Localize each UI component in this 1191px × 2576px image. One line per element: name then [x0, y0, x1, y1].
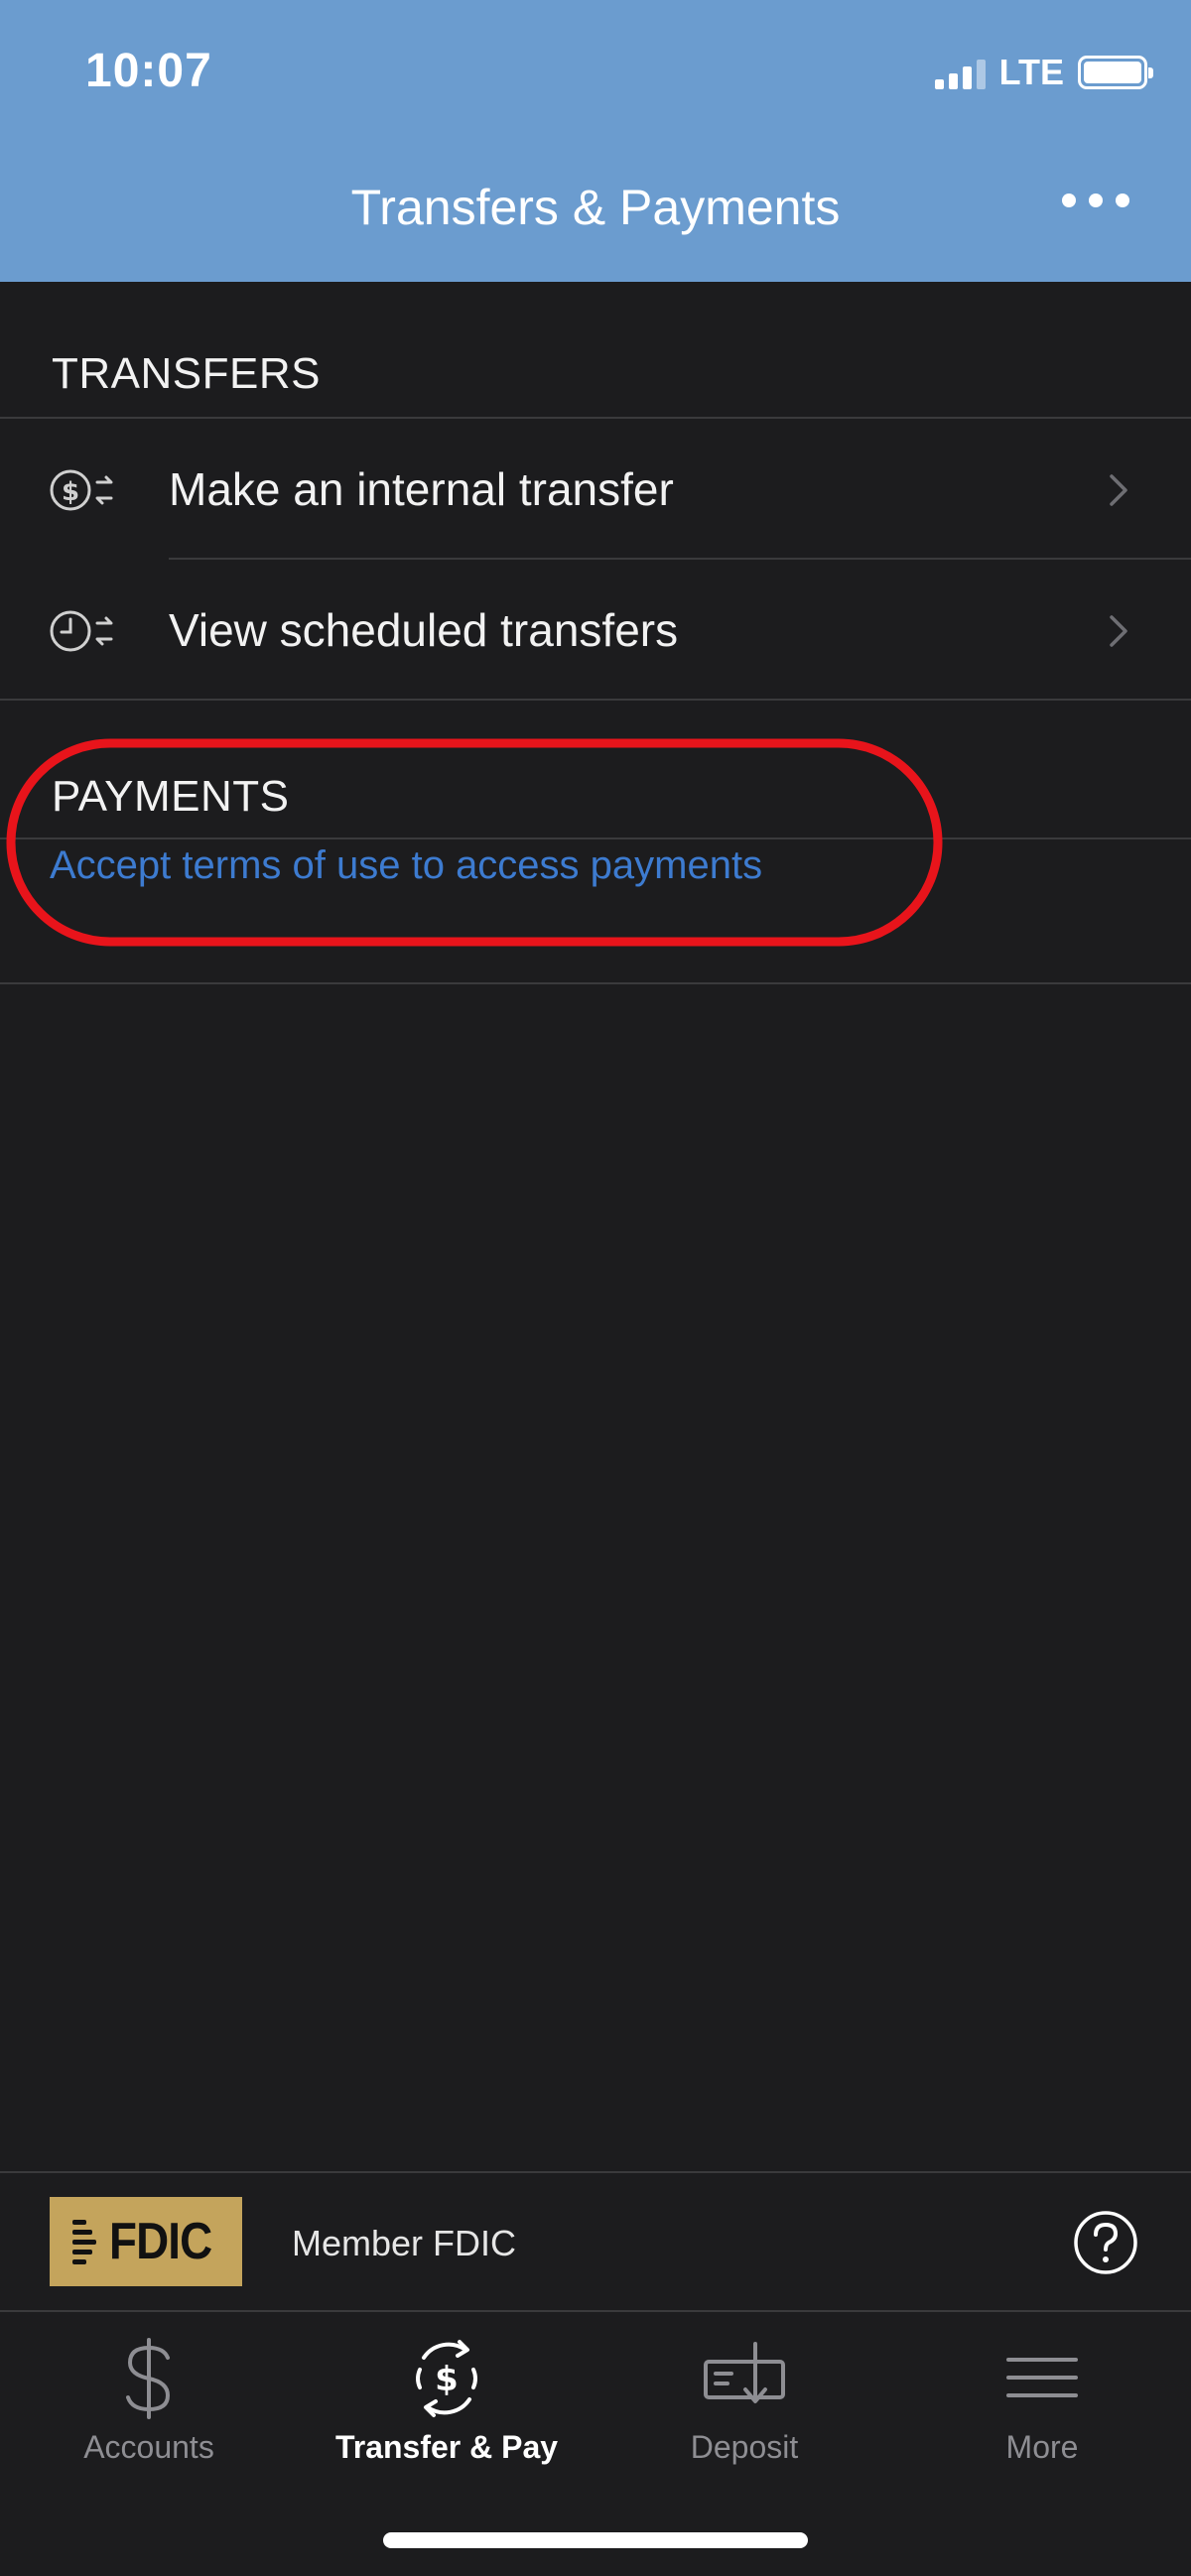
- tab-accounts[interactable]: Accounts: [0, 2322, 298, 2471]
- highlight-annotation: [6, 738, 943, 947]
- app-header: 10:07 LTE Transfers & Payments: [0, 0, 1191, 282]
- home-indicator: [383, 2532, 808, 2548]
- signal-strength-icon: [934, 56, 986, 89]
- divider: [0, 982, 1191, 984]
- fdic-logo-text: FDIC: [109, 2213, 212, 2270]
- tab-more[interactable]: More: [893, 2322, 1191, 2471]
- check-deposit-icon: [704, 2342, 785, 2403]
- tab-transfer-pay[interactable]: $ Transfer & Pay: [298, 2322, 596, 2471]
- tab-transfer-pay-label: Transfer & Pay: [334, 2429, 559, 2465]
- make-internal-transfer-row[interactable]: $ Make an internal transfer: [0, 421, 1191, 560]
- svg-text:$: $: [62, 477, 79, 507]
- view-scheduled-transfers-label: View scheduled transfers: [169, 604, 679, 656]
- transfers-section-title: TRANSFERS: [52, 349, 321, 398]
- network-type: LTE: [998, 52, 1064, 92]
- tab-deposit-label: Deposit: [690, 2429, 799, 2465]
- transfer-pay-icon: $: [416, 2340, 477, 2417]
- page-title: Transfers & Payments: [350, 180, 841, 235]
- make-internal-transfer-label: Make an internal transfer: [169, 463, 674, 515]
- tab-deposit[interactable]: Deposit: [596, 2322, 893, 2471]
- divider: [169, 558, 1191, 560]
- tab-more-label: More: [1005, 2429, 1079, 2465]
- chevron-right-icon: [1110, 474, 1127, 506]
- ellipsis-icon[interactable]: [1062, 193, 1129, 207]
- status-indicators: LTE: [934, 52, 1153, 93]
- clock-transfer-icon: [50, 610, 113, 652]
- battery-icon: [1078, 56, 1153, 89]
- hamburger-menu-icon: [1006, 2358, 1078, 2397]
- divider: [0, 417, 1191, 419]
- question-circle-icon[interactable]: [1072, 2209, 1139, 2276]
- fdic-logo: FDIC: [50, 2197, 242, 2286]
- chevron-right-icon: [1110, 615, 1127, 647]
- tab-accounts-label: Accounts: [83, 2429, 214, 2465]
- dollar-transfer-icon: $: [50, 469, 113, 511]
- view-scheduled-transfers-row[interactable]: View scheduled transfers: [0, 562, 1191, 701]
- svg-text:$: $: [435, 2360, 459, 2399]
- member-fdic-text: Member FDIC: [292, 2223, 517, 2263]
- divider: [0, 2171, 1191, 2173]
- divider: [0, 699, 1191, 701]
- dollar-sign-icon: [126, 2338, 171, 2419]
- divider: [0, 2310, 1191, 2312]
- status-time: 10:07: [85, 45, 212, 97]
